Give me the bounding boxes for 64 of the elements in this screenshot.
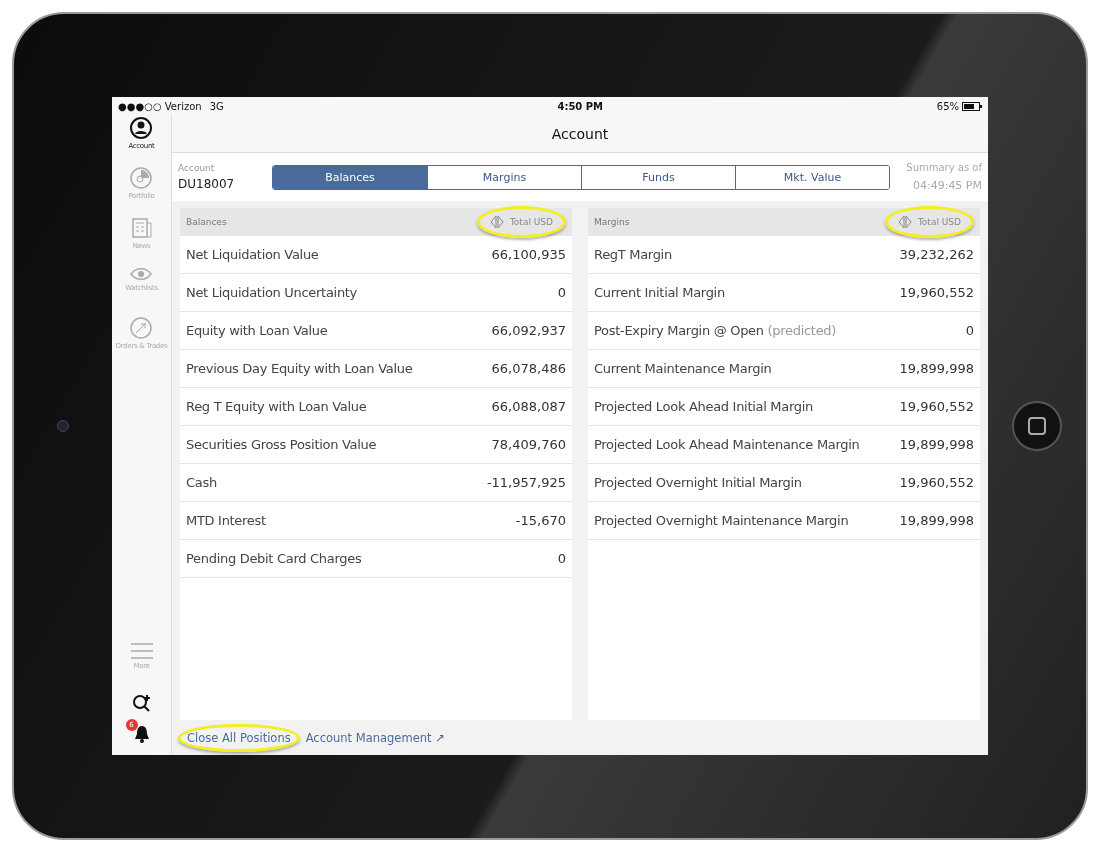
row-label: RegT Margin xyxy=(594,247,672,262)
summary-label: Summary as of xyxy=(906,162,982,173)
row-label: Projected Overnight Maintenance Margin xyxy=(594,513,849,528)
row-value: 0 xyxy=(557,285,566,300)
row-value: 19,960,552 xyxy=(899,399,974,414)
row-label: MTD Interest xyxy=(186,513,266,528)
bell-icon[interactable] xyxy=(133,725,150,743)
row-value: 19,899,998 xyxy=(899,513,974,528)
row-label: Equity with Loan Value xyxy=(186,323,328,338)
person-icon xyxy=(130,117,153,139)
row-value: 0 xyxy=(965,323,974,338)
battery-text: 65% xyxy=(936,100,959,112)
row-value: 66,092,937 xyxy=(491,323,566,338)
row-value: 66,078,486 xyxy=(491,361,566,376)
network-text: 3G xyxy=(209,100,224,112)
row-value: 19,899,998 xyxy=(899,361,974,376)
panel-title: Balances xyxy=(186,217,227,227)
account-id: DU18007 xyxy=(178,177,236,191)
panel-title: Margins xyxy=(594,217,630,227)
row-value: -15,670 xyxy=(515,513,566,528)
row-value: 66,100,935 xyxy=(491,247,566,262)
row-value: 19,960,552 xyxy=(899,285,974,300)
camera-icon xyxy=(57,420,69,432)
row-value: 19,899,998 xyxy=(899,437,974,452)
currency-toggle[interactable]: Total USD xyxy=(489,215,553,229)
summary-time: 04:49:45 PM xyxy=(912,179,982,192)
row-label: Projected Overnight Initial Margin xyxy=(594,475,802,490)
row-label: Cash xyxy=(186,475,217,490)
eye-icon xyxy=(130,267,153,281)
page-title: Account xyxy=(551,125,609,142)
carrier-text: ●●●○○ Verizon xyxy=(118,100,202,112)
row-value: 78,409,760 xyxy=(491,437,566,452)
row-label: Previous Day Equity with Loan Value xyxy=(186,361,413,376)
row-value: 39,232,262 xyxy=(899,247,974,262)
row-value: 0 xyxy=(557,551,566,566)
row-value: -11,957,925 xyxy=(486,475,566,490)
home-button[interactable] xyxy=(1012,401,1062,451)
toggle-arrows-icon xyxy=(489,215,504,229)
footer-link[interactable]: Account Management ↗ xyxy=(305,730,445,745)
row-label: Current Initial Margin xyxy=(594,285,725,300)
arrows-circle-icon xyxy=(130,317,153,339)
search-add-icon[interactable] xyxy=(131,693,152,713)
menu-icon xyxy=(130,643,153,659)
footer-link[interactable]: Close All Positions xyxy=(187,730,291,745)
pie-chart-icon xyxy=(130,167,153,189)
currency-toggle[interactable]: Total USD xyxy=(897,215,961,229)
row-label: Securities Gross Position Value xyxy=(186,437,377,452)
clock-text: 4:50 PM xyxy=(557,100,604,112)
row-label: Pending Debit Card Charges xyxy=(186,551,362,566)
row-label: Post-Expiry Margin @ Open (predicted) xyxy=(594,323,837,338)
battery-icon xyxy=(962,101,982,111)
segment-tab[interactable]: Mkt. Value xyxy=(735,165,889,189)
row-label: Projected Look Ahead Initial Margin xyxy=(594,399,813,414)
row-value: 66,088,087 xyxy=(491,399,566,414)
segment-tab[interactable]: Balances xyxy=(273,165,427,189)
row-value: 19,960,552 xyxy=(899,475,974,490)
row-label: Net Liquidation Value xyxy=(186,247,319,262)
row-label: Net Liquidation Uncertainty xyxy=(186,285,357,300)
account-label: Account xyxy=(178,163,216,173)
newspaper-icon xyxy=(130,217,153,239)
toggle-arrows-icon xyxy=(897,215,912,229)
row-label: Projected Look Ahead Maintenance Margin xyxy=(594,437,860,452)
row-label: Current Maintenance Margin xyxy=(594,361,772,376)
row-label: Reg T Equity with Loan Value xyxy=(186,399,367,414)
